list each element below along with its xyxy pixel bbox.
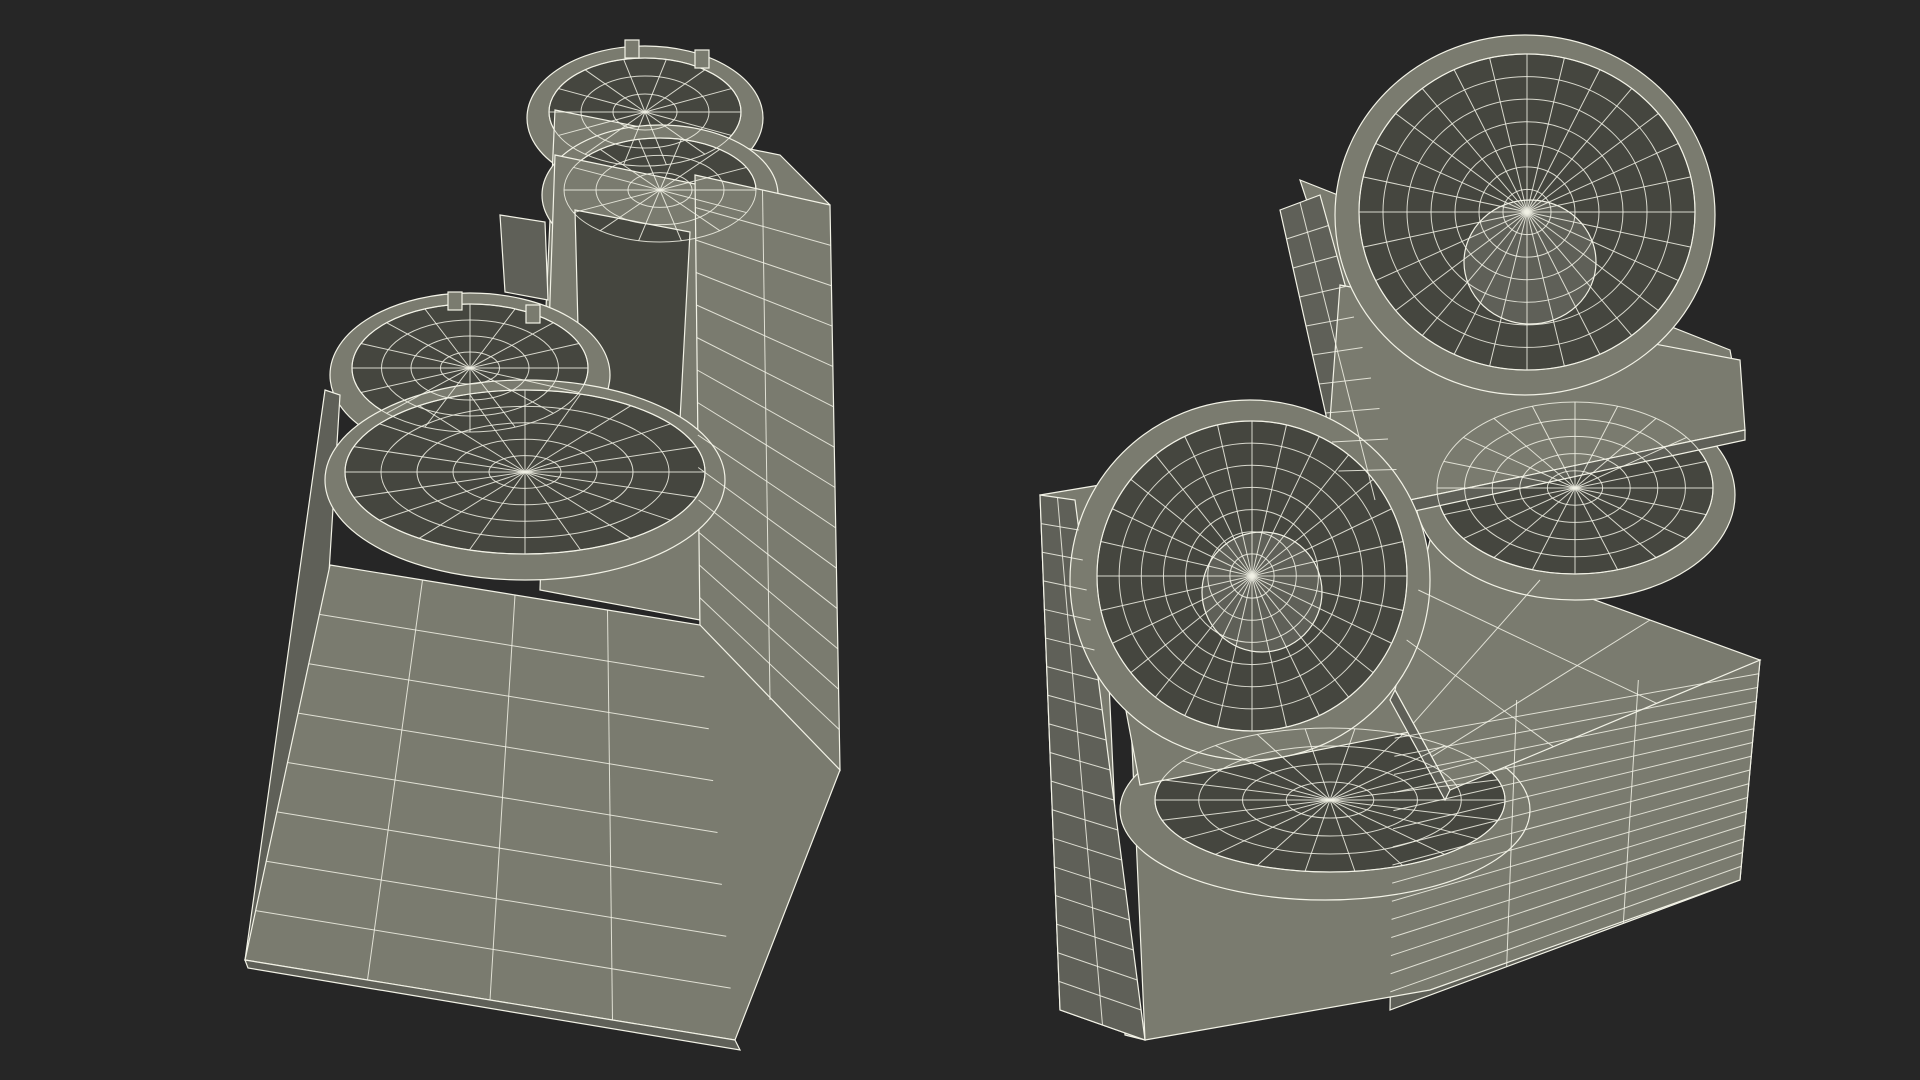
render-viewport — [0, 0, 1920, 1080]
rim-tab — [694, 49, 710, 69]
rim-tab — [624, 39, 640, 59]
side-block — [499, 214, 549, 301]
rim-tab — [447, 291, 463, 311]
rim-tab — [525, 304, 541, 324]
